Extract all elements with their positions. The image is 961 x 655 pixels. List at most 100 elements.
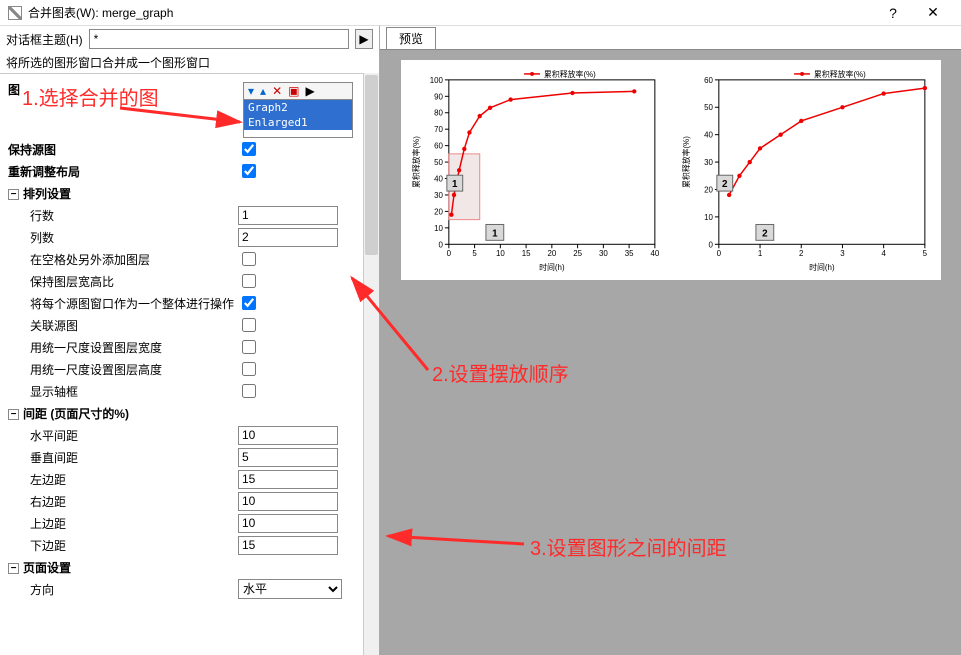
h-gap-input[interactable] [238, 426, 338, 445]
left-m-input[interactable] [238, 470, 338, 489]
gp-down-icon[interactable]: ▾ [248, 84, 254, 98]
arrange-section-label: 排列设置 [23, 187, 71, 201]
svg-text:20: 20 [704, 185, 713, 194]
svg-text:80: 80 [434, 109, 443, 118]
graph-label: 图 [8, 81, 238, 98]
svg-text:2: 2 [799, 249, 803, 258]
arrange-toggle[interactable]: − [8, 189, 19, 200]
uniform-w-label: 用统一尺度设置图层宽度 [8, 339, 238, 356]
cols-input[interactable] [238, 228, 338, 247]
svg-text:50: 50 [434, 158, 443, 167]
gp-remove-icon[interactable]: ✕ [272, 84, 282, 98]
svg-text:90: 90 [434, 92, 443, 101]
svg-text:0: 0 [708, 240, 713, 249]
gp-up-icon[interactable]: ▴ [260, 84, 266, 98]
svg-text:1: 1 [757, 249, 762, 258]
uniform-h-label: 用统一尺度设置图层高度 [8, 361, 238, 378]
svg-text:25: 25 [573, 249, 582, 258]
keep-aspect-checkbox[interactable] [242, 274, 256, 288]
rows-label: 行数 [8, 207, 238, 224]
svg-text:40: 40 [650, 249, 659, 258]
graph-list-item[interactable]: Graph2 [244, 100, 352, 115]
svg-text:时间(h): 时间(h) [809, 262, 835, 272]
preview-chart-1: 05101520253035400102030405060708090100累积… [407, 66, 665, 274]
svg-text:累积释放率(%): 累积释放率(%) [543, 69, 595, 79]
bottom-m-input[interactable] [238, 536, 338, 555]
svg-text:40: 40 [434, 174, 443, 183]
svg-text:50: 50 [704, 103, 713, 112]
svg-text:30: 30 [704, 158, 713, 167]
top-m-label: 上边距 [8, 515, 238, 532]
spacing-toggle[interactable]: − [8, 409, 19, 420]
page-toggle[interactable]: − [8, 563, 19, 574]
treat-whole-checkbox[interactable] [242, 296, 256, 310]
svg-text:70: 70 [434, 125, 443, 134]
svg-text:时间(h): 时间(h) [539, 262, 565, 272]
v-gap-input[interactable] [238, 448, 338, 467]
svg-text:40: 40 [704, 131, 713, 140]
left-m-label: 左边距 [8, 471, 238, 488]
treat-whole-label: 将每个源图窗口作为一个整体进行操作 [8, 295, 238, 312]
dialog-theme-input[interactable] [89, 29, 349, 49]
svg-text:1: 1 [452, 179, 458, 190]
svg-text:2: 2 [722, 179, 728, 190]
uniform-h-checkbox[interactable] [242, 362, 256, 376]
bottom-m-label: 下边距 [8, 537, 238, 554]
gp-add-icon[interactable]: ▣ [288, 84, 299, 98]
cols-label: 列数 [8, 229, 238, 246]
graph-list[interactable]: Graph2 Enlarged1 [243, 100, 353, 138]
rearrange-checkbox[interactable] [242, 164, 256, 178]
keep-source-label: 保持源图 [8, 141, 238, 158]
keep-source-checkbox[interactable] [242, 142, 256, 156]
right-m-input[interactable] [238, 492, 338, 511]
svg-text:20: 20 [547, 249, 556, 258]
preview-chart-2: 0123450102030405060累积释放率(%)时间(h)累积释放率(%)… [677, 66, 935, 274]
top-m-input[interactable] [238, 514, 338, 533]
gp-menu-icon[interactable]: ▶ [305, 84, 314, 98]
svg-text:累积释放率(%): 累积释放率(%) [813, 69, 865, 79]
rows-input[interactable] [238, 206, 338, 225]
add-layer-empty-checkbox[interactable] [242, 252, 256, 266]
graph-list-item[interactable]: Enlarged1 [244, 115, 352, 130]
svg-text:0: 0 [446, 249, 451, 258]
left-panel-scrollbar[interactable] [363, 73, 379, 655]
window-title: 合并图表(W): merge_graph [28, 4, 873, 21]
svg-text:0: 0 [716, 249, 721, 258]
right-m-label: 右边距 [8, 493, 238, 510]
svg-text:10: 10 [434, 224, 443, 233]
close-button[interactable]: ✕ [913, 1, 953, 25]
show-frame-checkbox[interactable] [242, 384, 256, 398]
svg-text:60: 60 [704, 76, 713, 85]
svg-text:35: 35 [624, 249, 633, 258]
svg-text:累积释放率(%): 累积释放率(%) [681, 136, 691, 188]
link-source-label: 关联源图 [8, 317, 238, 334]
rearrange-label: 重新调整布局 [8, 163, 238, 180]
link-source-checkbox[interactable] [242, 318, 256, 332]
preview-tab[interactable]: 预览 [386, 27, 436, 49]
svg-text:累积释放率(%): 累积释放率(%) [411, 136, 421, 188]
show-frame-label: 显示轴框 [8, 383, 238, 400]
svg-text:30: 30 [598, 249, 607, 258]
spacing-section-label: 间距 (页面尺寸的%) [23, 407, 129, 421]
svg-text:10: 10 [704, 213, 713, 222]
svg-text:5: 5 [922, 249, 927, 258]
orientation-select[interactable]: 水平 [238, 579, 342, 599]
svg-text:30: 30 [434, 191, 443, 200]
help-button[interactable]: ? [873, 1, 913, 25]
svg-text:2: 2 [762, 228, 768, 239]
dialog-theme-menu-button[interactable]: ▶ [355, 29, 373, 49]
svg-text:20: 20 [434, 207, 443, 216]
svg-text:15: 15 [521, 249, 530, 258]
add-layer-empty-label: 在空格处另外添加图层 [8, 251, 238, 268]
svg-text:100: 100 [429, 76, 443, 85]
page-section-label: 页面设置 [23, 561, 71, 575]
svg-text:1: 1 [492, 228, 498, 239]
panel-subtitle: 将所选的图形窗口合并成一个图形窗口 [0, 52, 379, 73]
svg-text:60: 60 [434, 142, 443, 151]
svg-text:10: 10 [495, 249, 504, 258]
svg-text:3: 3 [840, 249, 845, 258]
uniform-w-checkbox[interactable] [242, 340, 256, 354]
orientation-label: 方向 [8, 581, 238, 598]
app-icon [8, 6, 22, 20]
keep-aspect-label: 保持图层宽高比 [8, 273, 238, 290]
